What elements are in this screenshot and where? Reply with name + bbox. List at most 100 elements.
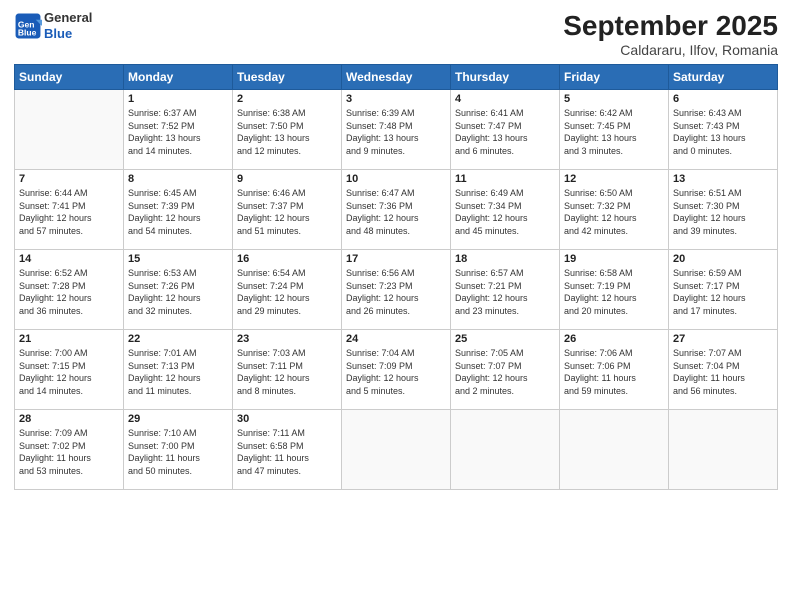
calendar-cell: 3 Sunrise: 6:39 AMSunset: 7:48 PMDaylight… [342, 90, 451, 170]
day-info: Sunrise: 6:56 AMSunset: 7:23 PMDaylight:… [346, 267, 446, 317]
day-info: Sunrise: 6:58 AMSunset: 7:19 PMDaylight:… [564, 267, 664, 317]
day-number: 17 [346, 253, 446, 265]
calendar-cell [451, 410, 560, 490]
day-number: 13 [673, 173, 773, 185]
day-info: Sunrise: 6:53 AMSunset: 7:26 PMDaylight:… [128, 267, 228, 317]
day-info: Sunrise: 7:04 AMSunset: 7:09 PMDaylight:… [346, 347, 446, 397]
weekday-header-wednesday: Wednesday [342, 65, 451, 90]
calendar-cell [560, 410, 669, 490]
calendar-cell: 23Sunrise: 7:03 AMSunset: 7:11 PMDayligh… [233, 330, 342, 410]
day-number: 10 [346, 173, 446, 185]
day-info: Sunrise: 7:00 AMSunset: 7:15 PMDaylight:… [19, 347, 119, 397]
calendar-cell: 12 Sunrise: 6:50 AMSunset: 7:32 PMDayligh… [560, 170, 669, 250]
title-block: September 2025 Caldararu, Ilfov, Romania [563, 10, 778, 58]
day-number: 11 [455, 173, 555, 185]
day-info: Sunrise: 7:01 AMSunset: 7:13 PMDaylight:… [128, 347, 228, 397]
day-info: Sunrise: 6:52 AMSunset: 7:28 PMDaylight:… [19, 267, 119, 317]
calendar-cell: 16 Sunrise: 6:54 AMSunset: 7:24 PMDayligh… [233, 250, 342, 330]
day-info: Sunrise: 7:10 AMSunset: 7:00 PMDaylight:… [128, 427, 228, 477]
day-info: Sunrise: 6:51 AMSunset: 7:30 PMDaylight:… [673, 187, 773, 237]
day-info: Sunrise: 7:11 AMSunset: 6:58 PMDaylight:… [237, 427, 337, 477]
day-info: Sunrise: 6:42 AMSunset: 7:45 PMDaylight:… [564, 107, 664, 157]
day-info: Sunrise: 7:05 AMSunset: 7:07 PMDaylight:… [455, 347, 555, 397]
calendar-cell: 13 Sunrise: 6:51 AMSunset: 7:30 PMDayligh… [669, 170, 778, 250]
day-number: 29 [128, 413, 228, 425]
day-number: 15 [128, 253, 228, 265]
day-info: Sunrise: 7:07 AMSunset: 7:04 PMDaylight:… [673, 347, 773, 397]
day-info: Sunrise: 6:54 AMSunset: 7:24 PMDaylight:… [237, 267, 337, 317]
calendar-cell: 30 Sunrise: 7:11 AMSunset: 6:58 PMDayligh… [233, 410, 342, 490]
calendar-cell: 18 Sunrise: 6:57 AMSunset: 7:21 PMDayligh… [451, 250, 560, 330]
day-info: Sunrise: 6:43 AMSunset: 7:43 PMDaylight:… [673, 107, 773, 157]
day-info: Sunrise: 6:47 AMSunset: 7:36 PMDaylight:… [346, 187, 446, 237]
day-number: 12 [564, 173, 664, 185]
page-subtitle: Caldararu, Ilfov, Romania [563, 42, 778, 58]
day-info: Sunrise: 6:38 AMSunset: 7:50 PMDaylight:… [237, 107, 337, 157]
calendar-cell: 8 Sunrise: 6:45 AMSunset: 7:39 PMDaylight… [124, 170, 233, 250]
day-number: 21 [19, 333, 119, 345]
calendar-cell: 4Sunrise: 6:41 AMSunset: 7:47 PMDaylight… [451, 90, 560, 170]
calendar-cell: 20Sunrise: 6:59 AMSunset: 7:17 PMDayligh… [669, 250, 778, 330]
calendar-cell [342, 410, 451, 490]
day-number: 3 [346, 93, 446, 105]
calendar-cell: 21 Sunrise: 7:00 AMSunset: 7:15 PMDayligh… [15, 330, 124, 410]
calendar-cell: 25 Sunrise: 7:05 AMSunset: 7:07 PMDayligh… [451, 330, 560, 410]
day-number: 16 [237, 253, 337, 265]
calendar-cell: 27 Sunrise: 7:07 AMSunset: 7:04 PMDayligh… [669, 330, 778, 410]
day-number: 18 [455, 253, 555, 265]
calendar-cell: 19 Sunrise: 6:58 AMSunset: 7:19 PMDayligh… [560, 250, 669, 330]
day-number: 8 [128, 173, 228, 185]
calendar-cell: 14 Sunrise: 6:52 AMSunset: 7:28 PMDayligh… [15, 250, 124, 330]
calendar-cell: 7Sunrise: 6:44 AMSunset: 7:41 PMDaylight… [15, 170, 124, 250]
calendar-cell: 22 Sunrise: 7:01 AMSunset: 7:13 PMDayligh… [124, 330, 233, 410]
day-info: Sunrise: 6:37 AMSunset: 7:52 PMDaylight:… [128, 107, 228, 157]
calendar-cell: 6 Sunrise: 6:43 AMSunset: 7:43 PMDaylight… [669, 90, 778, 170]
day-info: Sunrise: 6:59 AMSunset: 7:17 PMDaylight:… [673, 267, 773, 317]
day-number: 27 [673, 333, 773, 345]
weekday-header-thursday: Thursday [451, 65, 560, 90]
page-title: September 2025 [563, 10, 778, 42]
weekday-header-saturday: Saturday [669, 65, 778, 90]
logo-icon: Gen Blue [14, 12, 42, 40]
calendar-cell: 10 Sunrise: 6:47 AMSunset: 7:36 PMDayligh… [342, 170, 451, 250]
day-info: Sunrise: 7:03 AMSunset: 7:11 PMDaylight:… [237, 347, 337, 397]
day-number: 14 [19, 253, 119, 265]
day-number: 19 [564, 253, 664, 265]
day-number: 30 [237, 413, 337, 425]
calendar-cell: 28Sunrise: 7:09 AMSunset: 7:02 PMDayligh… [15, 410, 124, 490]
day-number: 5 [564, 93, 664, 105]
day-info: Sunrise: 6:50 AMSunset: 7:32 PMDaylight:… [564, 187, 664, 237]
day-number: 24 [346, 333, 446, 345]
day-number: 4 [455, 93, 555, 105]
calendar-cell: 15 Sunrise: 6:53 AMSunset: 7:26 PMDayligh… [124, 250, 233, 330]
day-number: 28 [19, 413, 119, 425]
day-number: 25 [455, 333, 555, 345]
day-number: 6 [673, 93, 773, 105]
logo: Gen Blue General Blue [14, 10, 92, 41]
day-info: Sunrise: 6:39 AMSunset: 7:48 PMDaylight:… [346, 107, 446, 157]
calendar-cell: 24 Sunrise: 7:04 AMSunset: 7:09 PMDayligh… [342, 330, 451, 410]
calendar-cell: 17 Sunrise: 6:56 AMSunset: 7:23 PMDayligh… [342, 250, 451, 330]
weekday-header-monday: Monday [124, 65, 233, 90]
calendar: SundayMondayTuesdayWednesdayThursdayFrid… [14, 64, 778, 490]
calendar-cell: 26 Sunrise: 7:06 AMSunset: 7:06 PMDayligh… [560, 330, 669, 410]
weekday-header-sunday: Sunday [15, 65, 124, 90]
day-info: Sunrise: 6:44 AMSunset: 7:41 PMDaylight:… [19, 187, 119, 237]
day-number: 9 [237, 173, 337, 185]
day-number: 22 [128, 333, 228, 345]
calendar-cell: 5 Sunrise: 6:42 AMSunset: 7:45 PMDaylight… [560, 90, 669, 170]
calendar-cell [15, 90, 124, 170]
calendar-cell: 29 Sunrise: 7:10 AMSunset: 7:00 PMDayligh… [124, 410, 233, 490]
day-info: Sunrise: 6:57 AMSunset: 7:21 PMDaylight:… [455, 267, 555, 317]
day-number: 26 [564, 333, 664, 345]
day-number: 2 [237, 93, 337, 105]
day-number: 1 [128, 93, 228, 105]
calendar-cell: 11 Sunrise: 6:49 AMSunset: 7:34 PMDayligh… [451, 170, 560, 250]
day-info: Sunrise: 6:46 AMSunset: 7:37 PMDaylight:… [237, 187, 337, 237]
day-info: Sunrise: 7:06 AMSunset: 7:06 PMDaylight:… [564, 347, 664, 397]
calendar-cell: 1 Sunrise: 6:37 AMSunset: 7:52 PMDaylight… [124, 90, 233, 170]
day-info: Sunrise: 6:45 AMSunset: 7:39 PMDaylight:… [128, 187, 228, 237]
calendar-cell: 2 Sunrise: 6:38 AMSunset: 7:50 PMDaylight… [233, 90, 342, 170]
weekday-header-friday: Friday [560, 65, 669, 90]
day-info: Sunrise: 6:49 AMSunset: 7:34 PMDaylight:… [455, 187, 555, 237]
